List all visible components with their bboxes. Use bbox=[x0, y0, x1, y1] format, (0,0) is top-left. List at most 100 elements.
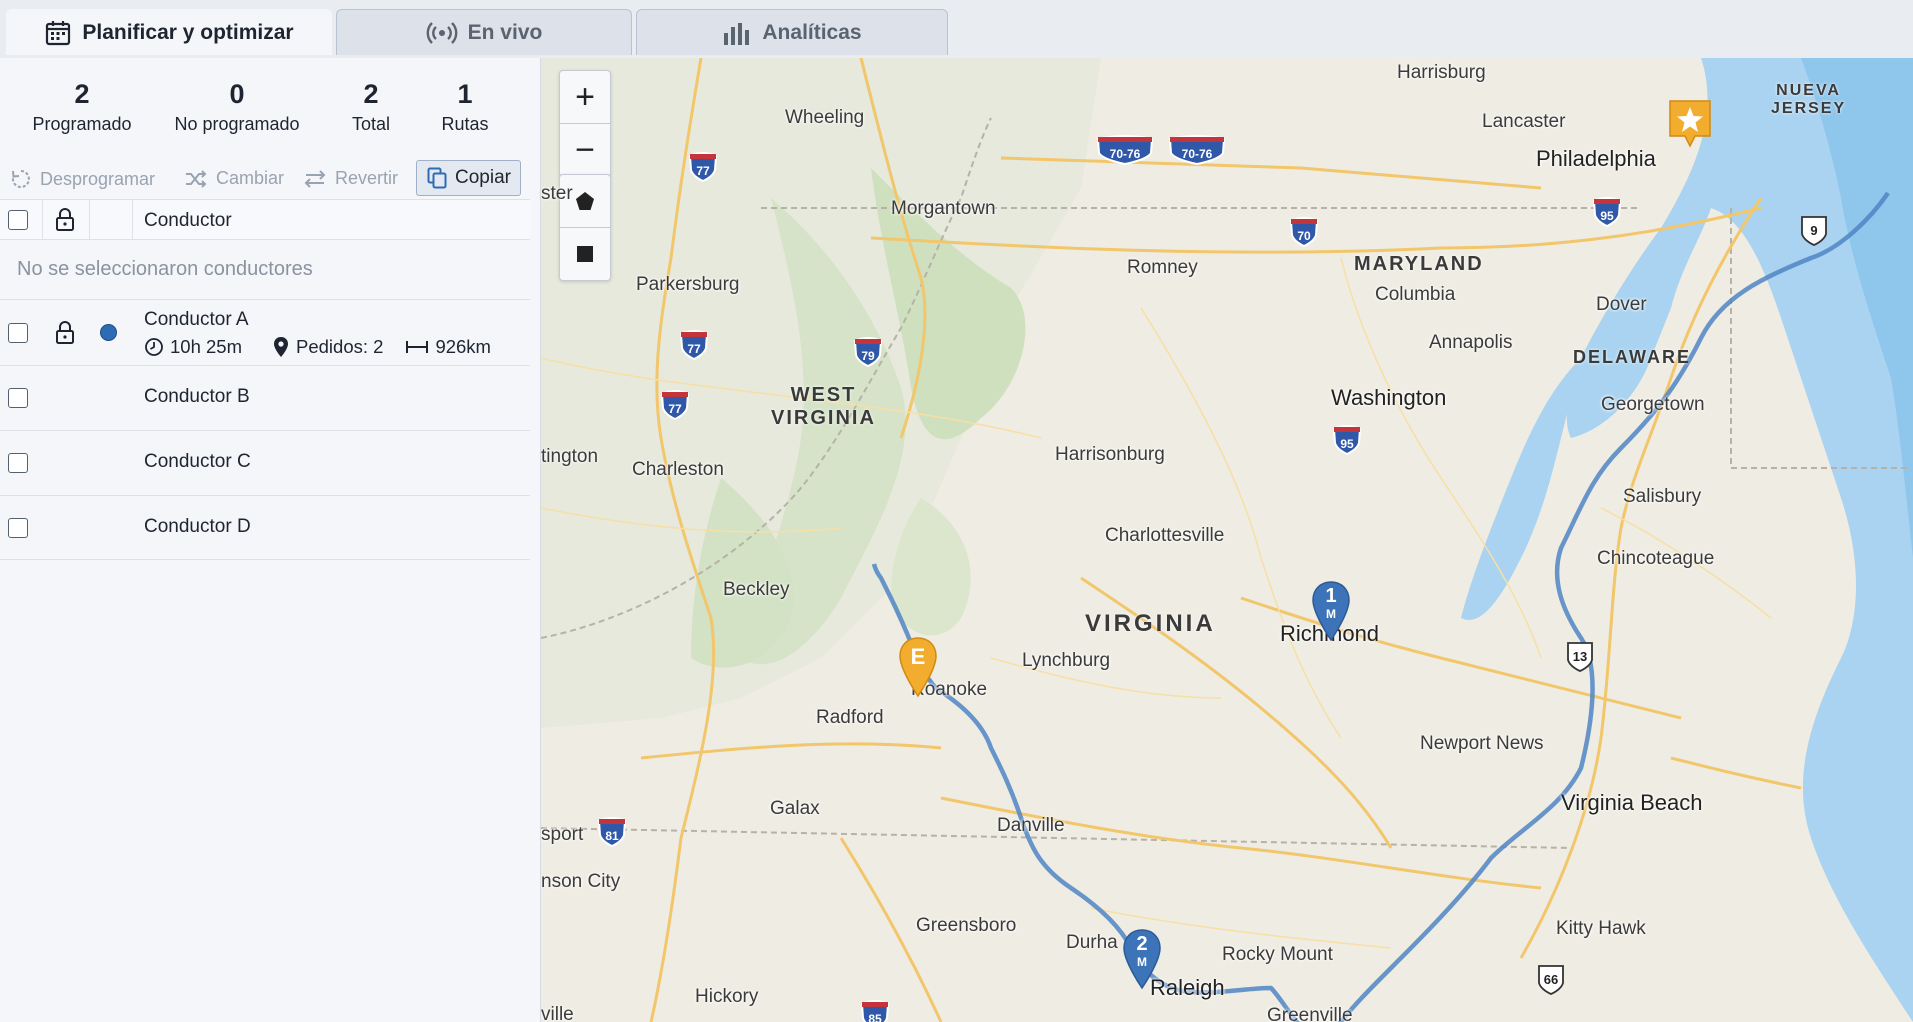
tab-label: En vivo bbox=[467, 20, 543, 44]
svg-text:95: 95 bbox=[1340, 437, 1354, 451]
place-label: Georgetown bbox=[1601, 394, 1705, 415]
draw-rectangle-button[interactable] bbox=[560, 227, 610, 280]
distance-icon bbox=[406, 341, 429, 353]
state-label: NUEVA JERSEY bbox=[1771, 82, 1847, 117]
star-icon bbox=[1669, 100, 1711, 148]
column-header-driver[interactable]: Conductor bbox=[144, 210, 232, 232]
lock-icon[interactable] bbox=[54, 320, 76, 346]
zoom-out-button[interactable]: − bbox=[560, 123, 610, 176]
place-label: Beckley bbox=[723, 579, 790, 600]
map-background bbox=[541, 58, 1913, 1022]
svg-text:79: 79 bbox=[861, 349, 875, 363]
place-label: Harrisonburg bbox=[1055, 444, 1165, 465]
map-pin-icon: 1M bbox=[1312, 581, 1350, 642]
highway-shield: 85 bbox=[859, 998, 891, 1022]
row-checkbox[interactable] bbox=[8, 323, 28, 343]
stat-value: 0 bbox=[229, 79, 245, 109]
svg-text:1: 1 bbox=[1325, 585, 1336, 607]
stat-label: Total bbox=[351, 114, 391, 134]
unschedule-label: Desprogramar bbox=[40, 168, 156, 189]
driver-time: 10h 25m bbox=[170, 336, 242, 357]
svg-text:9: 9 bbox=[1810, 223, 1817, 238]
state-label: VIRGINIA bbox=[1085, 610, 1216, 637]
place-label: Greensboro bbox=[916, 915, 1017, 936]
place-label: Lancaster bbox=[1482, 111, 1566, 132]
place-label: Chincoteague bbox=[1597, 548, 1715, 569]
zoom-controls: + − bbox=[559, 70, 611, 177]
unschedule-button[interactable]: Desprogramar bbox=[10, 168, 155, 190]
driver-metrics: 10h 25m Pedidos: 2 926km bbox=[144, 336, 491, 358]
row-checkbox[interactable] bbox=[8, 453, 28, 473]
row-checkbox[interactable] bbox=[8, 388, 28, 408]
place-label: Annapolis bbox=[1429, 332, 1513, 353]
zoom-in-button[interactable]: + bbox=[560, 71, 610, 123]
route-map[interactable]: + − NUEVA JERSEY MARYLAND DELAWARE WEST VI… bbox=[541, 58, 1913, 1022]
map-pin-icon: 2M bbox=[1123, 929, 1161, 990]
tab-plan-optimize[interactable]: Planificar y optimizar bbox=[6, 9, 332, 55]
table-row[interactable]: Conductor B bbox=[0, 365, 530, 430]
state-label: MARYLAND bbox=[1354, 253, 1484, 275]
stat-value: 2 bbox=[74, 79, 90, 109]
highway-shield: 70-76 bbox=[1095, 133, 1155, 170]
svg-text:77: 77 bbox=[696, 164, 710, 178]
stop-marker-2[interactable]: 2M bbox=[1121, 928, 1163, 995]
place-label: sport bbox=[541, 824, 584, 845]
copy-icon bbox=[427, 167, 447, 189]
svg-text:M: M bbox=[1326, 607, 1336, 621]
svg-text:70: 70 bbox=[1297, 229, 1311, 243]
stat-value: 2 bbox=[363, 79, 379, 109]
table-header-row: Conductor bbox=[0, 199, 530, 239]
driver-table: Conductor No se seleccionaron conductore… bbox=[0, 199, 530, 560]
table-row[interactable]: Conductor C bbox=[0, 430, 530, 495]
place-label: Charlottesville bbox=[1105, 525, 1225, 546]
place-label: Greenville bbox=[1267, 1005, 1353, 1022]
svg-text:70-76: 70-76 bbox=[1182, 147, 1213, 161]
place-label: Galax bbox=[770, 798, 820, 819]
copy-label: Copiar bbox=[455, 167, 511, 188]
change-button[interactable]: Cambiar bbox=[184, 168, 284, 189]
table-row[interactable]: Conductor A 10h 25m Pedidos: 2 926km bbox=[0, 299, 530, 365]
route-end-marker[interactable] bbox=[1667, 98, 1713, 155]
copy-button[interactable]: Copiar bbox=[416, 160, 521, 196]
planning-sidebar: 2 Programado 0 No programado 2 Total 1 R… bbox=[0, 58, 540, 1022]
broadcast-icon bbox=[426, 21, 458, 44]
place-label: Charleston bbox=[632, 459, 724, 480]
place-label: Philadelphia bbox=[1536, 146, 1656, 171]
clock-icon bbox=[145, 338, 163, 356]
place-label: Kitty Hawk bbox=[1556, 918, 1646, 939]
place-label: Parkersburg bbox=[636, 274, 740, 295]
select-all-checkbox[interactable] bbox=[8, 210, 28, 230]
svg-text:E: E bbox=[911, 644, 926, 669]
table-row[interactable]: Conductor D bbox=[0, 495, 530, 560]
place-label: Morgantown bbox=[891, 198, 996, 219]
stop-marker-1[interactable]: 1M bbox=[1310, 580, 1352, 647]
route-start-marker[interactable]: E bbox=[897, 636, 939, 703]
top-tab-bar: Planificar y optimizar En vivo Analítica… bbox=[0, 0, 1913, 58]
sidebar-divider bbox=[530, 58, 541, 1022]
place-label: Lynchburg bbox=[1022, 650, 1111, 671]
place-label: tington bbox=[541, 446, 599, 467]
tab-live[interactable]: En vivo bbox=[336, 9, 632, 55]
highway-shield: 77 bbox=[659, 388, 691, 425]
place-label: Radford bbox=[816, 707, 884, 728]
svg-text:13: 13 bbox=[1573, 649, 1587, 664]
stat-label: Rutas bbox=[441, 114, 489, 134]
route-color-dot bbox=[100, 324, 117, 341]
change-label: Cambiar bbox=[216, 168, 285, 188]
unschedule-icon bbox=[11, 170, 30, 188]
square-icon bbox=[577, 246, 593, 262]
place-label: ville bbox=[541, 1004, 574, 1022]
stat-label: No programado bbox=[174, 114, 300, 134]
row-checkbox[interactable] bbox=[8, 518, 28, 538]
highway-shield: 66 bbox=[1535, 963, 1567, 1000]
place-label: Harrisburg bbox=[1397, 62, 1486, 83]
revert-button[interactable]: Revertir bbox=[303, 168, 398, 189]
place-label: nson City bbox=[541, 871, 621, 892]
tab-analytics[interactable]: Analíticas bbox=[636, 9, 948, 55]
lock-icon[interactable] bbox=[54, 207, 76, 233]
summary-stats: 2 Programado 0 No programado 2 Total 1 R… bbox=[0, 76, 530, 160]
action-toolbar: Desprogramar Cambiar Revertir Copiar bbox=[0, 158, 530, 202]
stat-value: 1 bbox=[457, 79, 473, 109]
svg-text:66: 66 bbox=[1544, 972, 1558, 987]
highway-shield: 95 bbox=[1591, 195, 1623, 232]
